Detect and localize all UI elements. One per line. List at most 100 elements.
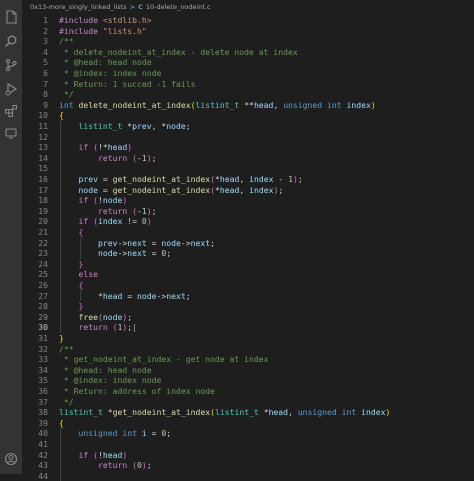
code-line[interactable]: 8 */ (22, 89, 474, 100)
code-text[interactable]: return (1);| (59, 322, 137, 333)
code-text[interactable]: */ (59, 89, 74, 100)
code-token: prev (59, 174, 98, 184)
code-line[interactable]: 24 } (22, 259, 474, 270)
line-number: 8 (43, 89, 48, 100)
code-line[interactable]: 7 * Return: 1 succed -1 fails (22, 79, 474, 90)
code-text[interactable]: { (59, 227, 83, 238)
code-line[interactable]: 36 * Return: address of index node (22, 386, 474, 397)
code-line[interactable]: 28 } (22, 301, 474, 312)
code-line[interactable]: 44 (22, 471, 474, 481)
code-line[interactable]: 6 * @index: index node (22, 68, 474, 79)
code-text[interactable]: { (59, 280, 83, 291)
code-text[interactable]: node->next = 0; (59, 248, 171, 259)
files-icon[interactable] (4, 10, 18, 24)
code-line[interactable]: 38 listint_t *get_nodeint_at_index(listin… (22, 407, 474, 418)
code-line[interactable]: 23 node->next = 0; (22, 248, 474, 259)
code-text[interactable]: else (59, 269, 98, 280)
code-text[interactable]: * @head: head node (59, 57, 152, 68)
code-line[interactable]: 5 * @head: head node (22, 57, 474, 68)
code-text[interactable]: } (59, 259, 83, 270)
source-control-icon[interactable] (4, 58, 18, 72)
search-icon[interactable] (4, 34, 18, 48)
code-line[interactable]: 1 #include <stdlib.h> (22, 15, 474, 26)
code-text[interactable]: return (0); (59, 460, 152, 471)
code-line[interactable]: 2 #include "lists.h" (22, 26, 474, 37)
code-line[interactable]: 34 * @head: head node (22, 365, 474, 376)
code-token: * delete_nodeint_at_index - delete node … (59, 46, 298, 57)
code-text[interactable]: prev = get_nodeint_at_index(*head, index… (59, 174, 302, 185)
code-text[interactable]: * Return: address of index node (59, 386, 215, 397)
remote-explorer-icon[interactable] (4, 126, 18, 140)
code-text[interactable]: prev->next = node->next; (59, 238, 215, 249)
code-line[interactable]: 25 else (22, 269, 474, 280)
code-text[interactable]: if (!node) (59, 195, 127, 206)
line-number: 27 (38, 290, 48, 301)
code-line[interactable]: 41 (22, 439, 474, 450)
code-text[interactable]: int delete_nodeint_at_index(listint_t **… (59, 100, 376, 111)
code-line[interactable]: 11 listint_t *prev, *node; (22, 121, 474, 132)
account-icon[interactable] (4, 452, 18, 466)
code-line[interactable]: 13 if (!*head) (22, 142, 474, 153)
code-text[interactable]: node = get_nodeint_at_index(*head, index… (59, 185, 283, 196)
code-text[interactable]: listint_t *prev, *node; (59, 121, 190, 132)
code-line[interactable]: 20 if (index != 0) (22, 216, 474, 227)
code-line[interactable]: 14 return (-1); (22, 153, 474, 164)
code-line[interactable]: 9 int delete_nodeint_at_index(listint_t *… (22, 100, 474, 111)
extensions-icon[interactable] (4, 104, 18, 118)
code-line[interactable]: 21 { (22, 227, 474, 238)
code-text[interactable]: { (59, 110, 64, 121)
code-text[interactable]: return (-1); (59, 206, 157, 217)
code-text[interactable]: unsigned int i = 0; (59, 428, 171, 439)
code-line[interactable]: 40 unsigned int i = 0; (22, 428, 474, 439)
code-line[interactable]: 42 if (!head) (22, 450, 474, 461)
code-text[interactable]: */ (59, 397, 74, 408)
code-line[interactable]: 12 (22, 132, 474, 143)
code-line[interactable]: 4 * delete_nodeint_at_index - delete nod… (22, 47, 474, 58)
code-text[interactable]: if (!head) (59, 450, 127, 461)
code-line[interactable]: 26 { (22, 280, 474, 291)
code-text[interactable]: * get_nodeint_at_index - get node at ind… (59, 354, 269, 365)
code-line[interactable]: 31} (22, 333, 474, 344)
code-line[interactable]: 33 * get_nodeint_at_index - get node at … (22, 354, 474, 365)
code-line[interactable]: 16 prev = get_nodeint_at_index(*head, in… (22, 174, 474, 185)
code-line[interactable]: 17 node = get_nodeint_at_index(*head, in… (22, 185, 474, 196)
code-text[interactable]: return (-1); (59, 153, 157, 164)
run-debug-icon[interactable] (4, 82, 18, 96)
code-line[interactable]: 18 if (!node) (22, 195, 474, 206)
code-line[interactable]: 29 free(node); (22, 312, 474, 323)
code-line[interactable]: 10 { (22, 110, 474, 121)
code-line[interactable]: 35 * @index: index node (22, 375, 474, 386)
code-line[interactable]: 15 (22, 163, 474, 174)
code-line[interactable]: 19 return (-1); (22, 206, 474, 217)
code-text[interactable]: listint_t *get_nodeint_at_index(listint_… (59, 407, 390, 418)
code-text[interactable]: * delete_nodeint_at_index - delete node … (59, 47, 298, 58)
code-text[interactable]: *head = node->next; (59, 291, 191, 302)
code-line[interactable]: 27 *head = node->next; (22, 291, 474, 302)
code-text[interactable]: * @index: index node (59, 68, 161, 79)
code-text[interactable]: } (59, 333, 64, 344)
code-text[interactable]: #include "lists.h" (59, 26, 147, 37)
code-text[interactable]: free(node); (59, 312, 132, 323)
breadcrumb-file[interactable]: 10-delete_nodeint.c (146, 3, 211, 11)
code-text[interactable]: /** (59, 36, 74, 47)
code-text[interactable]: /** (59, 344, 74, 355)
code-text[interactable]: { (59, 418, 64, 429)
code-line[interactable]: 22 prev->next = node->next; (22, 238, 474, 249)
code-text[interactable]: #include <stdlib.h> (59, 15, 152, 26)
code-text[interactable]: } (59, 301, 83, 312)
code-token: return (59, 460, 133, 471)
code-line[interactable]: 37 */ (22, 397, 474, 408)
code-editor[interactable]: 1 #include <stdlib.h> 2 #include "lists.h" 3… (22, 13, 474, 481)
code-text[interactable]: if (index != 0) (59, 216, 151, 227)
breadcrumb-folder[interactable]: 0x13-more_singly_linked_lists (30, 3, 127, 11)
code-token: { (59, 110, 64, 121)
code-line[interactable]: 32 /** (22, 344, 474, 355)
code-line[interactable]: 43 return (0); (22, 460, 474, 471)
code-text[interactable]: if (!*head) (59, 142, 132, 153)
code-text[interactable]: * @head: head node (59, 365, 152, 376)
code-text[interactable]: * @index: index node (59, 375, 161, 386)
code-text[interactable]: * Return: 1 succed -1 fails (59, 79, 196, 90)
code-line[interactable]: 3 /** (22, 36, 474, 47)
code-line[interactable]: 30 return (1);| (22, 322, 474, 333)
code-line[interactable]: 39 { (22, 418, 474, 429)
